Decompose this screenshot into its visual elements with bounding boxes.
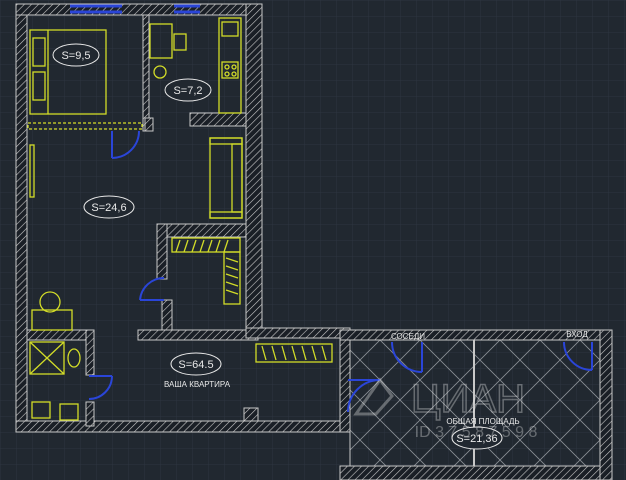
watermark-id: ID 3 7 5 8 7 5 9 8 [415, 424, 538, 441]
watermark-brand: ЦИАН [411, 377, 525, 421]
apartment-caption: ВАША КВАРТИРА [164, 380, 231, 389]
living-area-label: S=24,6 [91, 202, 126, 214]
apartment-area-label: S=64.5 [178, 359, 213, 371]
bedroom-area-label: S=9,5 [61, 50, 90, 62]
entrance-door-label: ВХОД [566, 330, 588, 339]
kitchen-area-label: S=7,2 [173, 85, 202, 97]
floor-plan: S=9,5 S=7,2 S=24,6 S=64.5 ВАША КВАРТИРА … [0, 0, 626, 480]
neighbors-door-label: СОСЕДИ [391, 332, 425, 341]
floor-plan-drawing: S=9,5 S=7,2 S=24,6 S=64.5 ВАША КВАРТИРА … [0, 0, 626, 480]
